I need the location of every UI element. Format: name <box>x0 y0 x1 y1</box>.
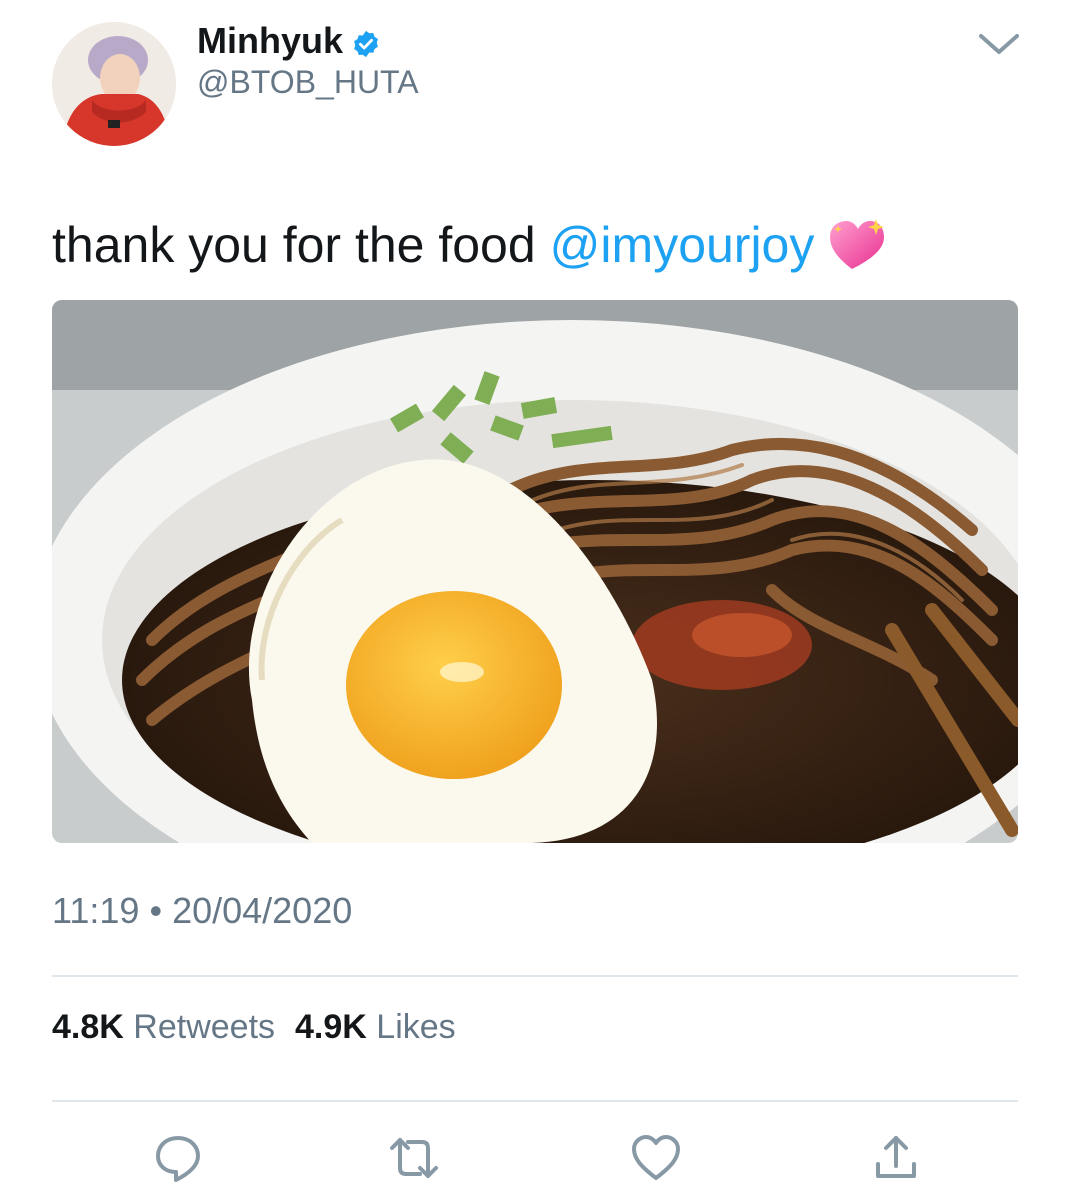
divider <box>52 975 1018 977</box>
mention-link[interactable]: @imyourjoy <box>550 216 815 274</box>
tweet-time: 11:19 <box>52 890 140 931</box>
tweet-stats: 4.8K Retweets 4.9K Likes <box>52 1008 456 1047</box>
likes-label: Likes <box>376 1008 456 1046</box>
retweets-count: 4.8K <box>52 1008 124 1046</box>
retweets-stat[interactable]: 4.8K Retweets <box>52 1008 275 1047</box>
tweet-text: thank you for the food @imyourjoy <box>52 216 888 274</box>
tweet-media-image[interactable] <box>52 300 1018 843</box>
display-name-row[interactable]: Minhyuk <box>197 20 381 62</box>
retweets-label: Retweets <box>133 1008 276 1046</box>
likes-count: 4.9K <box>295 1008 367 1046</box>
verified-badge-icon <box>351 26 381 58</box>
heart-icon[interactable] <box>628 1130 684 1186</box>
avatar[interactable] <box>52 22 176 146</box>
share-icon[interactable] <box>868 1130 924 1186</box>
likes-stat[interactable]: 4.9K Likes <box>295 1008 456 1047</box>
timestamp-separator: • <box>149 890 163 931</box>
sparkling-heart-icon <box>828 217 888 273</box>
divider <box>52 1100 1018 1102</box>
display-name[interactable]: Minhyuk <box>197 20 343 62</box>
tweet-timestamp[interactable]: 11:19 • 20/04/2020 <box>52 890 352 932</box>
chevron-down-icon[interactable] <box>975 26 1023 62</box>
user-handle[interactable]: @BTOB_HUTA <box>197 64 419 101</box>
action-bar <box>0 1130 1070 1190</box>
tweet-body: thank you for the food <box>52 217 536 273</box>
reply-icon[interactable] <box>150 1130 206 1186</box>
retweet-icon[interactable] <box>386 1130 442 1186</box>
tweet-date: 20/04/2020 <box>172 890 353 931</box>
